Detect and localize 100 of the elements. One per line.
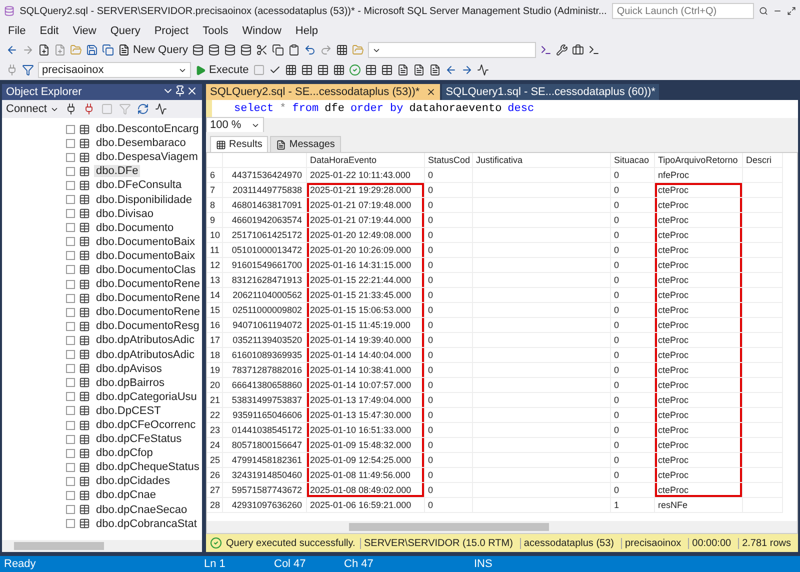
copy-icon[interactable] <box>272 44 284 56</box>
parse-icon[interactable] <box>268 64 281 76</box>
activity-icon[interactable] <box>154 103 167 115</box>
editor-tab[interactable]: SQLQuery2.sql - SE...cessodataplus (53))* <box>206 84 440 100</box>
tree-item[interactable]: dbo.Documento <box>94 222 176 234</box>
tree-item[interactable]: dbo.DocumentoClas <box>94 264 198 276</box>
save-icon[interactable] <box>86 44 98 56</box>
tree-item[interactable]: dbo.DFe <box>94 165 140 178</box>
tree-item[interactable]: dbo.DocumentoBaix <box>94 250 198 262</box>
undo-icon[interactable] <box>304 44 316 56</box>
table-cell: 0 <box>425 453 473 468</box>
quick-launch-field[interactable]: Quick Launch (Ctrl+Q) <box>612 3 754 19</box>
menu-item[interactable]: Help <box>289 25 324 37</box>
zoom-dropdown[interactable]: 100 % <box>206 117 264 133</box>
close-icon[interactable] <box>426 87 436 97</box>
table-cell: 2025-01-15 15:06:53.000 <box>307 303 425 318</box>
scrollbar-thumb[interactable] <box>349 523 549 531</box>
tree-item[interactable]: dbo.dpAtributosAdic <box>94 348 196 361</box>
tree-item[interactable]: dbo.DocumentoBaix <box>94 236 198 248</box>
disconnect-icon[interactable] <box>82 103 95 115</box>
tree-item[interactable]: dbo.dpCobrancaStat <box>94 518 199 530</box>
tree-item[interactable]: dbo.dpCnae <box>94 489 158 502</box>
tree-item[interactable]: dbo.dpAvisos <box>94 362 164 375</box>
menu-item[interactable]: View <box>66 25 102 37</box>
search-icon[interactable] <box>758 5 768 17</box>
tree-item[interactable]: dbo.DespesaViagem <box>94 151 200 164</box>
database-query-icon[interactable] <box>192 44 204 56</box>
filter-icon[interactable] <box>22 64 34 76</box>
connect-icon[interactable] <box>64 103 77 115</box>
tree-item[interactable]: dbo.DocumentoRene <box>94 306 202 318</box>
row-number: 27 <box>207 483 223 498</box>
table-cell: 0 <box>425 258 473 273</box>
wrench-icon[interactable] <box>556 44 568 56</box>
terminal-icon[interactable] <box>540 44 552 56</box>
cut-icon[interactable] <box>256 44 268 56</box>
tree-item[interactable]: dbo.Disponibilidade <box>94 194 194 206</box>
menu-item[interactable]: File <box>2 25 32 37</box>
menu-item[interactable]: Window <box>236 25 288 37</box>
restore-icon[interactable] <box>786 5 796 17</box>
tree-item[interactable]: dbo.dpBairros <box>94 376 166 389</box>
table-cell: 1 <box>611 498 655 513</box>
query-editor[interactable]: select * from dfe order by datahoraevento desc <box>206 100 798 118</box>
table-icon <box>79 166 90 177</box>
tree-item[interactable]: dbo.dpCfop <box>94 447 155 460</box>
table-cell: resNFe <box>655 498 743 513</box>
tree-item[interactable]: dbo.Divisao <box>94 208 156 220</box>
row-number: 22 <box>207 408 223 423</box>
tree-item[interactable]: dbo.dpCnaeSecao <box>94 504 190 516</box>
results-tab[interactable]: Messages <box>270 136 341 152</box>
back-icon[interactable] <box>6 44 18 56</box>
tree-item[interactable]: dbo.DocumentoRene <box>94 292 202 304</box>
execute-button[interactable]: Execute <box>195 64 249 76</box>
scrollbar-thumb[interactable] <box>14 542 104 550</box>
menu-item[interactable]: Tools <box>196 25 234 37</box>
tree-item[interactable]: dbo.dpCategoriaUsu <box>94 390 199 403</box>
column-header: Situacao <box>611 153 655 168</box>
table-cell: nfeProc <box>655 168 743 183</box>
row-number: 9 <box>207 213 223 228</box>
table-icon <box>79 264 90 276</box>
close-icon[interactable] <box>186 84 198 96</box>
results-tab[interactable]: Results <box>210 136 268 152</box>
status-field: INS <box>474 558 544 570</box>
row-number: 16 <box>207 318 223 333</box>
menu-item[interactable]: Query <box>104 25 146 37</box>
refresh-icon[interactable] <box>136 103 149 115</box>
table-cell: 0 <box>425 438 473 453</box>
tree-item[interactable]: dbo.DFeConsulta <box>94 179 184 192</box>
menu-item[interactable]: Project <box>148 25 195 37</box>
database-query-icon[interactable] <box>240 44 252 56</box>
tree-item[interactable]: dbo.dpCFeStatus <box>94 433 184 446</box>
database-dropdown[interactable]: precisaoinox <box>38 62 191 78</box>
tree-item[interactable]: dbo.Desembaraco <box>94 137 188 150</box>
row-number: 28 <box>207 498 223 513</box>
table-cell: 0 <box>425 273 473 288</box>
database-query-icon[interactable] <box>224 44 236 56</box>
table-cell: 47991458182361 <box>223 453 307 468</box>
new-query-button[interactable]: New Query <box>118 44 188 56</box>
paste-icon[interactable] <box>288 44 300 56</box>
tree-item[interactable]: dbo.DescontoEncarg <box>94 123 201 136</box>
database-query-icon[interactable] <box>208 44 220 56</box>
tree-item[interactable]: dbo.DocumentoRene <box>94 278 202 290</box>
tree-item[interactable]: dbo.dpChequeStatus <box>94 461 202 474</box>
row-number: 20 <box>207 378 223 393</box>
table-cell: cteProc <box>655 258 743 273</box>
tree-item[interactable]: dbo.dpAtributosAdic <box>94 334 196 346</box>
menu-item[interactable]: Edit <box>34 25 65 37</box>
table-cell: 2025-01-15 21:33:45.000 <box>307 288 425 303</box>
pin-icon[interactable] <box>174 84 186 96</box>
tree-item[interactable]: dbo.dpCidades <box>94 475 172 488</box>
editor-tab[interactable]: SQLQuery1.sql - SE...cessodataplus (60))* <box>442 84 660 100</box>
tree-item[interactable]: dbo.DocumentoResg <box>94 320 202 332</box>
connect-button[interactable]: Connect <box>6 103 59 115</box>
tree-item[interactable]: dbo.DpCEST <box>94 404 163 417</box>
table-cell: 0 <box>611 243 655 258</box>
grid-icon[interactable] <box>316 64 329 76</box>
status-field: acessodataplus (53) <box>520 538 617 548</box>
tree-item[interactable]: dbo.dpCFeOcorrenc <box>94 419 198 432</box>
toolbox-icon[interactable] <box>572 44 584 56</box>
table-cell: 0 <box>611 438 655 453</box>
table-cell: 2025-01-14 19:39:40.000 <box>307 333 425 348</box>
